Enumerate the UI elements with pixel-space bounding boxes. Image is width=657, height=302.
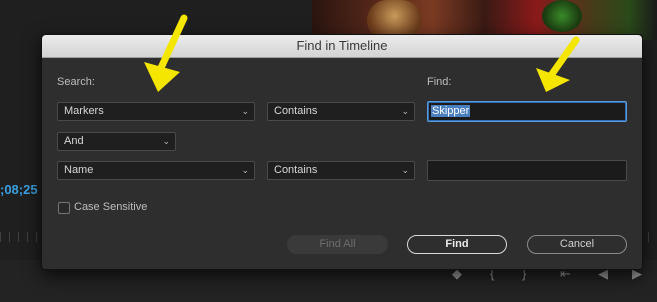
operator-value-1: Contains: [274, 105, 318, 117]
chevron-down-icon: ⌄: [241, 106, 249, 116]
timecode-display: ;08;25: [0, 182, 38, 197]
video-highlight: [542, 0, 582, 32]
case-sensitive-label: Case Sensitive: [74, 201, 148, 213]
find-input-2[interactable]: [427, 160, 627, 181]
operator-select-1[interactable]: Contains ⌄: [267, 102, 415, 121]
combiner-value: And: [64, 135, 84, 147]
find-label: Find:: [427, 76, 452, 88]
cancel-button[interactable]: Cancel: [527, 235, 627, 254]
operator-value-2: Contains: [274, 164, 318, 176]
find-all-button[interactable]: Find All: [287, 235, 388, 254]
search-field-value-2: Name: [64, 164, 94, 176]
annotation-arrow-icon: [536, 36, 580, 92]
combiner-select[interactable]: And ⌄: [57, 132, 176, 151]
find-input-1[interactable]: Skipper: [427, 101, 627, 122]
search-label: Search:: [57, 76, 95, 88]
annotation-arrow-icon: [144, 14, 188, 92]
case-sensitive-checkbox[interactable]: [58, 202, 70, 214]
search-field-value-1: Markers: [64, 105, 104, 117]
find-input-1-value: Skipper: [431, 105, 471, 117]
search-field-select-2[interactable]: Name ⌄: [57, 161, 255, 180]
chevron-down-icon: ⌄: [241, 165, 249, 175]
search-field-select-1[interactable]: Markers ⌄: [57, 102, 255, 121]
chevron-down-icon: ⌄: [401, 106, 409, 116]
chevron-down-icon: ⌄: [162, 136, 170, 146]
operator-select-2[interactable]: Contains ⌄: [267, 161, 415, 180]
chevron-down-icon: ⌄: [401, 165, 409, 175]
find-button[interactable]: Find: [407, 235, 507, 254]
